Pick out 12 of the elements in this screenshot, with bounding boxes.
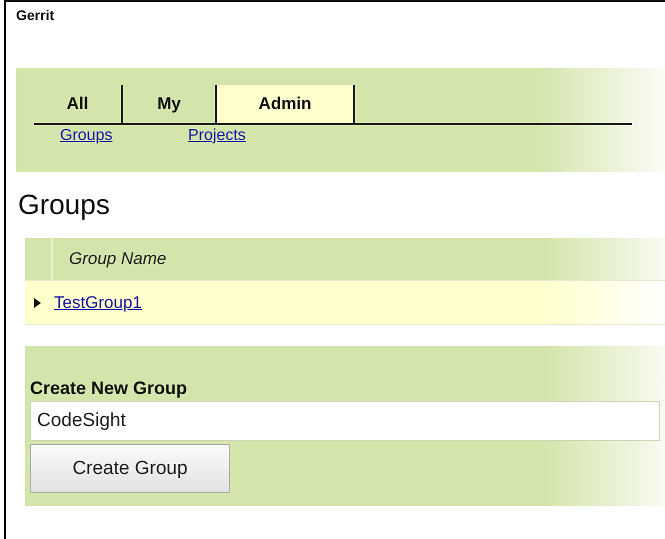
group-link[interactable]: TestGroup1	[54, 292, 142, 312]
nav-tab[interactable]: Admin	[217, 85, 355, 123]
nav-tab[interactable]: All	[34, 85, 123, 123]
subnav-link[interactable]: Projects	[188, 127, 246, 144]
group-name-field[interactable]: CodeSight	[30, 401, 660, 441]
column-header: Group Name	[69, 249, 166, 269]
app-title: Gerrit	[15, 6, 54, 23]
section-title: Create New Group	[30, 378, 188, 399]
caret-right-icon[interactable]	[34, 298, 41, 308]
create-group-button[interactable]: Create Group	[30, 444, 230, 493]
subnav-link[interactable]: Groups	[60, 127, 112, 144]
page-heading: Groups	[18, 189, 110, 221]
